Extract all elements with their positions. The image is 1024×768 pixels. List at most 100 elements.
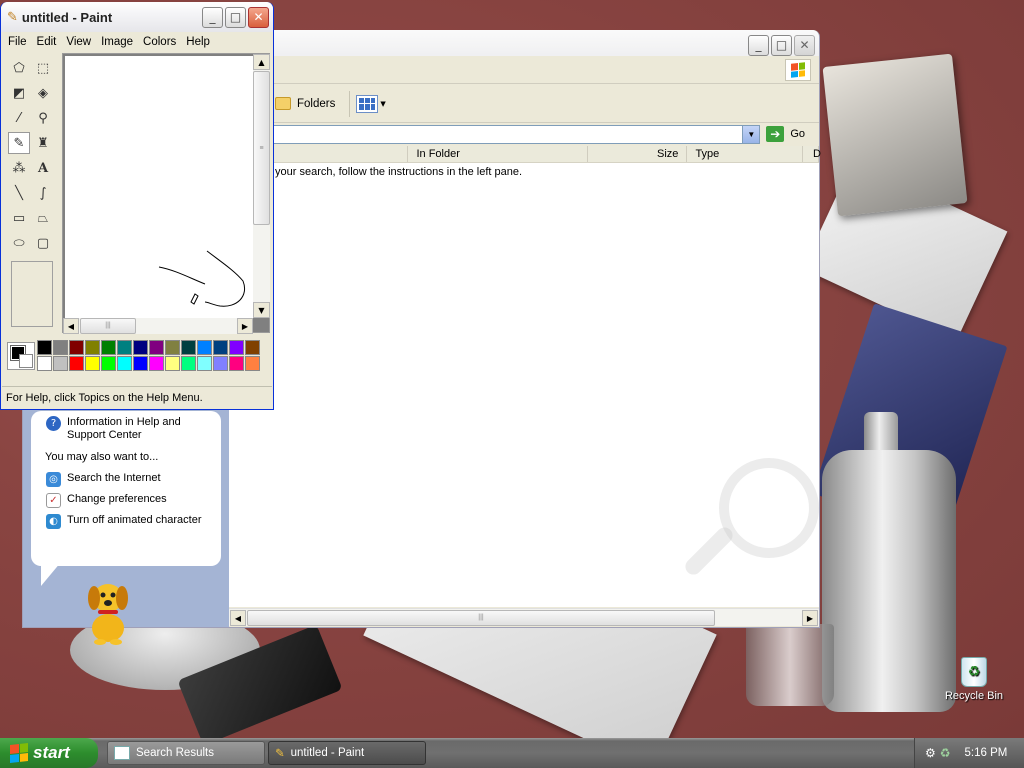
palette-swatch[interactable] xyxy=(197,356,212,371)
palette-swatch[interactable] xyxy=(213,356,228,371)
scroll-down-button[interactable]: ▼ xyxy=(253,302,270,318)
palette-swatch[interactable] xyxy=(149,340,164,355)
column-header-type[interactable]: Type xyxy=(687,146,803,162)
horizontal-scrollbar[interactable]: ◀ ||| ▶ xyxy=(229,608,819,626)
taskbar: start Search Results ✎ untitled - Paint … xyxy=(0,738,1024,768)
menu-help[interactable]: Help xyxy=(181,36,215,48)
recycle-bin-desktop-icon[interactable]: ♻ Recycle Bin xyxy=(944,657,1004,702)
paint-scroll-left-button[interactable]: ◀ xyxy=(63,318,79,334)
paint-vertical-scrollbar[interactable]: ▲ ≡ ▼ xyxy=(253,54,270,318)
menu-view[interactable]: View xyxy=(61,36,96,48)
fill-icon[interactable]: ◈ xyxy=(32,82,54,104)
palette-swatch[interactable] xyxy=(245,340,260,355)
magnifier-icon[interactable]: ⚲ xyxy=(32,107,54,129)
airbrush-icon[interactable]: ⁂ xyxy=(8,157,30,179)
start-button[interactable]: start xyxy=(0,738,98,768)
search-watermark-icon xyxy=(719,458,819,558)
minimize-button[interactable]: _ xyxy=(748,34,769,56)
palette-swatch[interactable] xyxy=(117,356,132,371)
drawing-canvas[interactable] xyxy=(65,56,253,318)
palette-swatch[interactable] xyxy=(133,340,148,355)
help-support-link[interactable]: ? Information in Help and Support Center xyxy=(46,416,197,442)
text-icon[interactable]: A xyxy=(32,157,54,179)
palette-swatch[interactable] xyxy=(37,356,52,371)
paint-scroll-right-button[interactable]: ▶ xyxy=(237,318,253,334)
rounded-rectangle-icon[interactable]: ▢ xyxy=(32,232,54,254)
palette-swatch[interactable] xyxy=(245,356,260,371)
close-button[interactable]: ✕ xyxy=(794,34,815,56)
scroll-left-button[interactable]: ◀ xyxy=(230,610,246,626)
select-icon[interactable]: ⬚ xyxy=(32,57,54,79)
palette-swatch[interactable] xyxy=(85,340,100,355)
free-form-select-icon[interactable]: ⬠ xyxy=(8,57,30,79)
menu-image[interactable]: Image xyxy=(96,36,138,48)
go-label: Go xyxy=(790,128,805,140)
windows-logo-icon xyxy=(785,59,811,81)
go-button[interactable]: ➔ Go xyxy=(766,126,805,142)
address-field[interactable]: ▼ xyxy=(273,124,761,144)
palette-swatch[interactable] xyxy=(117,340,132,355)
taskbar-item-paint[interactable]: ✎ untitled - Paint xyxy=(268,741,426,765)
turn-off-character-label: Turn off animated character xyxy=(67,514,202,526)
palette-swatch[interactable] xyxy=(85,356,100,371)
address-dropdown-button[interactable]: ▼ xyxy=(742,125,760,143)
scroll-thumb[interactable]: ||| xyxy=(247,610,715,626)
network-icon[interactable]: ⚙ xyxy=(925,746,936,760)
palette-swatch[interactable] xyxy=(165,356,180,371)
safely-remove-icon[interactable]: ♻ xyxy=(940,746,951,760)
scroll-right-button[interactable]: ▶ xyxy=(802,610,818,626)
paint-close-button[interactable]: ✕ xyxy=(248,6,269,28)
rectangle-icon[interactable]: ▭ xyxy=(8,207,30,229)
palette-swatch[interactable] xyxy=(133,356,148,371)
palette-swatch[interactable] xyxy=(69,356,84,371)
results-list[interactable]: your search, follow the instructions in … xyxy=(229,163,819,607)
clock[interactable]: 5:16 PM xyxy=(965,747,1008,759)
palette-swatch[interactable] xyxy=(229,356,244,371)
paint-horizontal-thumb[interactable]: ||| xyxy=(80,318,136,334)
palette-swatch[interactable] xyxy=(229,340,244,355)
palette-swatch[interactable] xyxy=(213,340,228,355)
eraser-icon[interactable]: ◩ xyxy=(8,82,30,104)
palette-swatch[interactable] xyxy=(101,340,116,355)
turn-off-character-link[interactable]: ◐ Turn off animated character xyxy=(46,514,202,529)
palette-swatch[interactable] xyxy=(181,356,196,371)
pencil-icon[interactable]: ✎ xyxy=(8,132,30,154)
column-header-in-folder[interactable]: In Folder xyxy=(408,146,588,162)
search-internet-link[interactable]: ◎ Search the Internet xyxy=(46,472,161,487)
views-button[interactable]: ▼ xyxy=(356,94,386,113)
paint-titlebar[interactable]: ✎ untitled - Paint _ □ ✕ xyxy=(1,2,273,32)
paint-maximize-button[interactable]: □ xyxy=(225,6,246,28)
palette-swatch[interactable] xyxy=(181,340,196,355)
scroll-up-button[interactable]: ▲ xyxy=(253,54,270,70)
palette-swatch[interactable] xyxy=(197,340,212,355)
ellipse-icon[interactable]: ⬭ xyxy=(8,232,30,254)
brush-icon[interactable]: ♜ xyxy=(32,132,54,154)
palette-swatch[interactable] xyxy=(53,340,68,355)
palette-swatch[interactable] xyxy=(149,356,164,371)
search-dog-character-icon[interactable] xyxy=(78,576,138,646)
line-icon[interactable]: ╲ xyxy=(8,182,30,204)
column-header-size[interactable]: Size xyxy=(588,146,688,162)
tool-options-box[interactable] xyxy=(11,261,53,327)
polygon-icon[interactable]: ⏢ xyxy=(32,207,54,229)
curve-icon[interactable]: ∫ xyxy=(32,182,54,204)
paint-vertical-thumb[interactable]: ≡ xyxy=(253,71,270,225)
paint-horizontal-scrollbar[interactable]: ◀ ||| ▶ xyxy=(63,318,253,334)
palette-swatch[interactable] xyxy=(53,356,68,371)
palette-swatch[interactable] xyxy=(101,356,116,371)
palette-swatch[interactable] xyxy=(69,340,84,355)
maximize-button[interactable]: □ xyxy=(771,34,792,56)
palette-swatch[interactable] xyxy=(37,340,52,355)
explorer-toolbar: Folders ▼ xyxy=(273,85,819,123)
column-header-date[interactable]: D xyxy=(803,146,821,162)
taskbar-item-search-results[interactable]: Search Results xyxy=(107,741,265,765)
paint-minimize-button[interactable]: _ xyxy=(202,6,223,28)
palette-swatch[interactable] xyxy=(165,340,180,355)
pick-color-icon[interactable]: ⁄ xyxy=(8,107,30,129)
menu-file[interactable]: File xyxy=(3,36,32,48)
column-header-name[interactable] xyxy=(273,146,409,162)
menu-edit[interactable]: Edit xyxy=(32,36,62,48)
folders-button[interactable]: Folders xyxy=(275,97,335,110)
menu-colors[interactable]: Colors xyxy=(138,36,181,48)
change-preferences-link[interactable]: ✓ Change preferences xyxy=(46,493,167,508)
